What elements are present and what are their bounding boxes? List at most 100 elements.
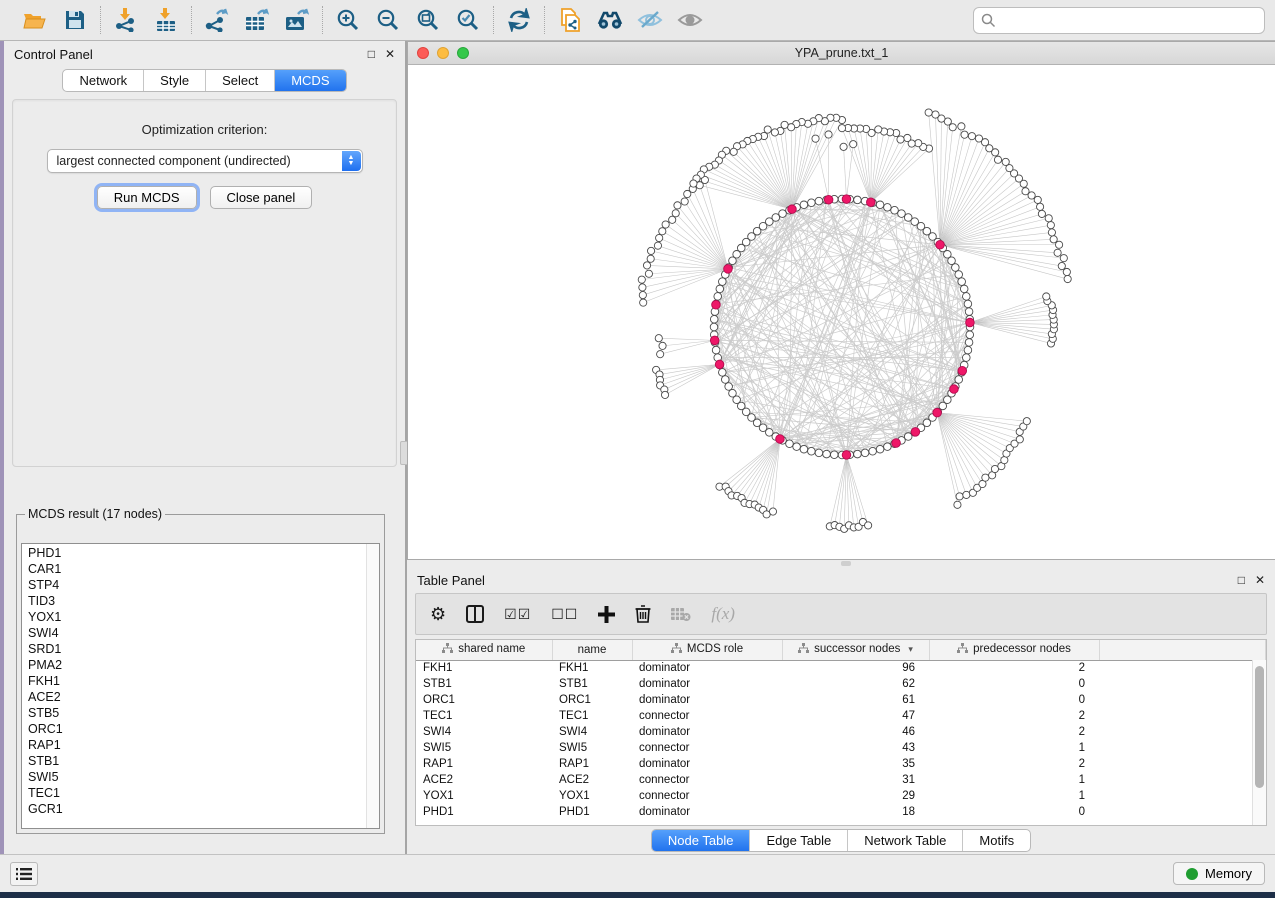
table-row[interactable]: ORC1ORC1dominator610 [416, 692, 1266, 708]
mcds-node-item[interactable]: FKH1 [28, 673, 373, 689]
mcds-node-item[interactable]: CAR1 [28, 561, 373, 577]
memory-label: Memory [1205, 866, 1252, 881]
column-header-mcds-role[interactable]: MCDS role [632, 640, 782, 660]
search-input[interactable] [973, 7, 1265, 34]
save-icon[interactable] [62, 7, 88, 33]
table-row[interactable]: STB1STB1dominator620 [416, 676, 1266, 692]
column-header-predecessor-nodes[interactable]: predecessor nodes [929, 640, 1099, 660]
table-row[interactable]: SWI5SWI5connector431 [416, 740, 1266, 756]
table-row[interactable]: ACE2ACE2connector311 [416, 772, 1266, 788]
tab-select[interactable]: Select [205, 70, 274, 91]
mcds-node-item[interactable]: RAP1 [28, 737, 373, 753]
show-all-icon[interactable] [677, 7, 703, 33]
tab-mcds[interactable]: MCDS [274, 70, 345, 91]
mcds-node-item[interactable]: PMA2 [28, 657, 373, 673]
mcds-node-item[interactable]: STB1 [28, 753, 373, 769]
memory-button[interactable]: Memory [1173, 862, 1265, 885]
column-header-empty [1099, 640, 1266, 660]
clear-checkboxes-icon[interactable]: ☐☐ [551, 607, 578, 621]
add-column-icon[interactable] [598, 606, 615, 623]
table-scrollbar[interactable] [1252, 660, 1266, 825]
delete-column-icon[interactable] [635, 605, 651, 623]
tab-node-table[interactable]: Node Table [652, 830, 750, 851]
mcds-node-item[interactable]: ORC1 [28, 721, 373, 737]
tab-network-table[interactable]: Network Table [847, 830, 962, 851]
function-builder-icon: f(x) [711, 604, 735, 624]
hide-selected-icon[interactable] [637, 7, 663, 33]
main-toolbar [0, 0, 1275, 41]
float-table-panel-icon[interactable]: □ [1238, 574, 1245, 586]
zoom-selected-icon[interactable] [455, 7, 481, 33]
table-row[interactable]: YOX1YOX1connector291 [416, 788, 1266, 804]
panel-list-button[interactable] [10, 862, 38, 886]
select-all-checkboxes-icon[interactable]: ☑☑ [504, 607, 531, 621]
table-panel: Table Panel □ ✕ ⚙ ☑☑ ☐☐ f(x) [407, 567, 1275, 854]
tab-edge-table[interactable]: Edge Table [749, 830, 847, 851]
export-image-icon[interactable] [284, 7, 310, 33]
table-row[interactable]: FKH1FKH1dominator962 [416, 660, 1266, 676]
column-header-successor-nodes[interactable]: successor nodes▾ [782, 640, 929, 660]
open-folder-icon[interactable] [22, 7, 48, 33]
mcds-node-item[interactable]: GCR1 [28, 801, 373, 817]
cytoscape-window: Control Panel □ ✕ Network Style Select M… [0, 0, 1275, 892]
import-network-icon[interactable] [113, 7, 139, 33]
network-canvas[interactable] [408, 65, 1275, 559]
mcds-result-listbox[interactable]: PHD1 CAR1 STP4 TID3 YOX1 SWI4 SRD1 PMA2 … [21, 543, 380, 829]
table-toolbar: ⚙ ☑☑ ☐☐ f(x) [415, 593, 1267, 635]
zoom-fit-icon[interactable] [415, 7, 441, 33]
table-row[interactable]: SWI4SWI4dominator462 [416, 724, 1266, 740]
tab-network[interactable]: Network [63, 70, 143, 91]
find-icon[interactable] [597, 7, 623, 33]
shared-attribute-icon [798, 644, 809, 656]
mcds-tab-content: Optimization criterion: largest connecte… [12, 99, 397, 467]
horizontal-splitter[interactable] [407, 560, 1275, 567]
mcds-node-item[interactable]: ACE2 [28, 689, 373, 705]
tab-motifs[interactable]: Motifs [962, 830, 1030, 851]
column-header-shared-name[interactable]: shared name [416, 640, 552, 660]
dropdown-stepper-icon: ▲▼ [342, 151, 361, 171]
import-table-icon[interactable] [153, 7, 179, 33]
control-panel-tab-bar: Network Style Select MCDS [62, 69, 346, 92]
network-graph[interactable] [408, 65, 1275, 559]
export-table-icon[interactable] [244, 7, 270, 33]
optimization-criterion-label: Optimization criterion: [13, 122, 396, 137]
control-panel-title: Control Panel [14, 47, 93, 62]
table-row[interactable]: RAP1RAP1dominator352 [416, 756, 1266, 772]
gear-icon[interactable]: ⚙ [430, 605, 446, 623]
zoom-out-icon[interactable] [375, 7, 401, 33]
tab-style[interactable]: Style [143, 70, 205, 91]
mcds-node-item[interactable]: STB5 [28, 705, 373, 721]
mcds-node-item[interactable]: TEC1 [28, 785, 373, 801]
network-window-titlebar[interactable]: YPA_prune.txt_1 [408, 42, 1275, 65]
table-scrollbar-thumb[interactable] [1255, 666, 1264, 788]
zoom-in-icon[interactable] [335, 7, 361, 33]
status-bar: Memory [0, 854, 1275, 892]
mcds-node-item[interactable]: SWI5 [28, 769, 373, 785]
mcds-result-title: MCDS result (17 nodes) [25, 507, 165, 521]
split-columns-icon[interactable] [466, 605, 484, 623]
table-panel-title: Table Panel [417, 573, 485, 588]
refresh-icon[interactable] [506, 7, 532, 33]
close-table-panel-icon[interactable]: ✕ [1255, 574, 1265, 586]
criterion-dropdown[interactable]: largest connected component (undirected)… [47, 149, 363, 173]
mcds-node-item[interactable]: YOX1 [28, 609, 373, 625]
table-row[interactable]: PHD1PHD1dominator180 [416, 804, 1266, 820]
close-panel-button[interactable]: Close panel [210, 186, 313, 209]
close-panel-icon[interactable]: ✕ [385, 48, 395, 60]
mcds-node-item[interactable]: SWI4 [28, 625, 373, 641]
run-mcds-button[interactable]: Run MCDS [97, 186, 197, 209]
export-network-icon[interactable] [204, 7, 230, 33]
mcds-node-item[interactable]: STP4 [28, 577, 373, 593]
clone-network-icon[interactable] [557, 7, 583, 33]
mcds-node-item[interactable]: SRD1 [28, 641, 373, 657]
network-view-window: YPA_prune.txt_1 [407, 41, 1275, 560]
desktop-wallpaper-strip [0, 41, 4, 854]
float-panel-icon[interactable]: □ [368, 48, 375, 60]
memory-status-icon [1186, 868, 1198, 880]
network-window-title: YPA_prune.txt_1 [408, 46, 1275, 60]
mcds-node-item[interactable]: TID3 [28, 593, 373, 609]
mcds-node-item[interactable]: PHD1 [28, 545, 373, 561]
column-header-name[interactable]: name [552, 640, 632, 660]
mcds-list-scrollbar[interactable] [366, 544, 379, 828]
table-row[interactable]: TEC1TEC1connector472 [416, 708, 1266, 724]
